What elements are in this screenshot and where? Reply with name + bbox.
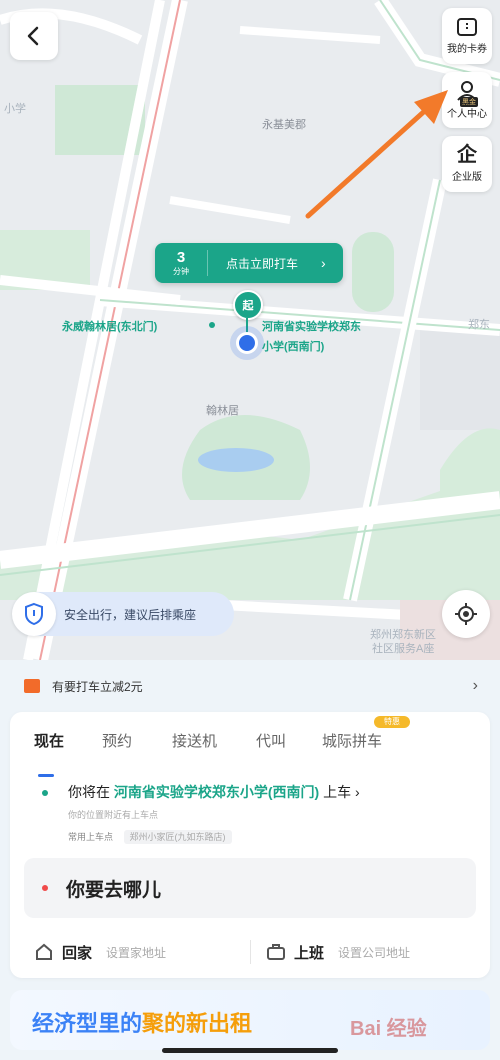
poi-label: 小学 (4, 103, 26, 115)
common-pickup-chip[interactable]: 郑州小家匠(九如东路店) (123, 830, 232, 844)
start-suffix: 上车 (323, 784, 352, 800)
home-indicator (162, 1048, 338, 1053)
nearby-pickup-dot (209, 322, 215, 328)
start-place: 河南省实验学校郑东小学(西南门) (113, 784, 320, 800)
watermark: Bai 经验 (350, 1018, 427, 1040)
safety-tip-text: 安全出行，建议后排乘座 (64, 607, 197, 622)
pickup-pin[interactable]: 起 (233, 290, 263, 320)
call-taxi-now-button[interactable]: 点击立即打车 (208, 255, 321, 272)
home-shortcut[interactable]: 回家 设置家地址 (34, 932, 166, 972)
chevron-right-icon: › (321, 255, 326, 271)
briefcase-icon (267, 944, 285, 960)
safety-tip[interactable]: 安全出行，建议后排乘座 (12, 592, 234, 636)
tab-reserve[interactable]: 预约 (102, 730, 132, 751)
shield-icon (12, 592, 56, 636)
work-shortcut-hint: 设置公司地址 (338, 945, 411, 960)
work-shortcut-label: 上班 (294, 944, 325, 962)
ticket-icon (457, 18, 477, 36)
destination-input[interactable]: 你要去哪儿 (24, 858, 476, 918)
start-prefix: 你将在 (68, 784, 110, 800)
pickup-point-label-line1: 河南省实验学校郑东 (262, 321, 361, 333)
eta-value: 3 (176, 249, 186, 266)
poi-label: 社区服务A座 (372, 643, 435, 655)
tab-airport[interactable]: 接送机 (172, 730, 217, 751)
home-shortcut-label: 回家 (62, 944, 93, 962)
poi-label: 翰林居 (206, 405, 239, 417)
banner-text-part1: 经济型里的 (32, 1011, 143, 1036)
home-shortcut-hint: 设置家地址 (106, 945, 167, 960)
destination-dot-icon (42, 885, 48, 891)
banner-text-part2: 聚的新出租 (142, 1011, 253, 1036)
promo-tag-icon (24, 679, 40, 693)
shortcut-divider (250, 940, 251, 964)
nearby-pickup-label[interactable]: 永威翰林居(东北门) (62, 320, 157, 334)
poi-label: 郑东 (468, 319, 490, 331)
start-sub-hint: 你的位置附近有上车点 (68, 810, 159, 820)
pickup-point-label-line2: 小学(西南门) (262, 341, 325, 353)
home-icon (36, 943, 52, 960)
crosshair-icon (455, 603, 477, 625)
eta-block: 3 分钟 (155, 250, 208, 276)
chevron-right-icon: › (355, 784, 360, 800)
pickup-bubble[interactable]: 3 分钟 点击立即打车 › (155, 243, 343, 283)
tab-badge: 特惠 (374, 716, 410, 728)
tab-call-for-others[interactable]: 代叫 (256, 730, 286, 751)
work-shortcut[interactable]: 上班 设置公司地址 (266, 932, 410, 972)
locate-button[interactable] (442, 590, 490, 638)
tab-intercity-carpool[interactable]: 城际拼车 (322, 730, 382, 751)
promo-text: 有要打车立减2元 (52, 679, 143, 694)
active-tab-indicator (38, 774, 54, 777)
annotation-arrow (305, 90, 448, 219)
eta-unit: 分钟 (173, 267, 189, 276)
common-pickup-label: 常用上车点 (68, 832, 114, 842)
back-button[interactable] (10, 12, 58, 60)
my-coupons-label: 我的卡券 (447, 44, 487, 55)
start-dot-icon (42, 790, 48, 796)
tab-now[interactable]: 现在 (34, 730, 64, 751)
current-location-dot (236, 332, 258, 354)
ride-card: 现在 预约 接送机 代叫 城际拼车 特惠 你将在 河南省实验学校郑东小学(西南门… (10, 712, 490, 978)
poi-label: 郑州郑东新区 (370, 629, 436, 641)
chevron-left-icon (27, 26, 39, 46)
ride-tabs: 现在 预约 接送机 代叫 城际拼车 特惠 (10, 716, 490, 777)
promo-banner[interactable]: 有要打车立减2元 › (0, 662, 500, 710)
destination-placeholder: 你要去哪儿 (66, 879, 162, 901)
my-coupons-button[interactable]: 我的卡券 (442, 8, 492, 64)
address-shortcuts: 回家 设置家地址 上班 设置公司地址 (10, 932, 490, 972)
chevron-right-icon: › (472, 677, 478, 694)
